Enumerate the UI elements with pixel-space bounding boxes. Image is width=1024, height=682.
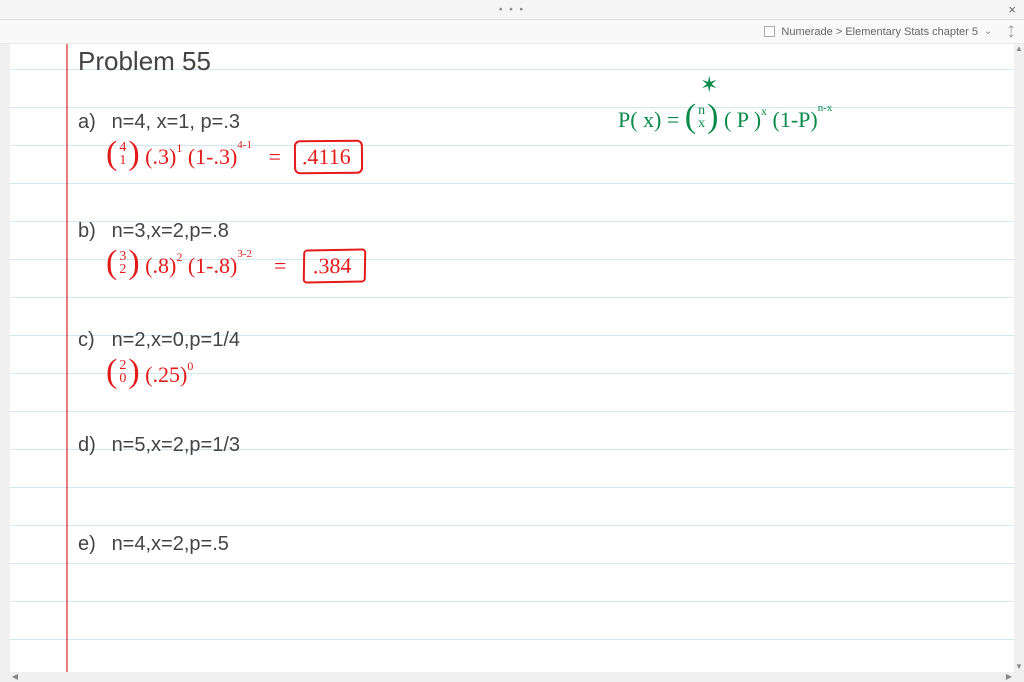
item-d-label: d) (78, 434, 106, 457)
item-c-text: n=2,x=0,p=1/4 (112, 329, 240, 351)
scroll-down-icon[interactable]: ▼ (1014, 662, 1024, 672)
c-bn-bot: 0 (119, 372, 126, 385)
reference-bar: Numerade > Elementary Stats chapter 5 ⌄ … (0, 20, 1024, 44)
item-b-label: b) (78, 220, 106, 243)
item-b-answer: .384 (303, 248, 366, 283)
a-t1: (.3) (145, 144, 176, 169)
b-bn-bot: 2 (119, 263, 126, 276)
item-e-text: n=4,x=2,p=.5 (112, 533, 229, 555)
b-ans-val: .384 (313, 253, 352, 279)
item-c: c) n=2,x=0,p=1/4 ( 20 ) (.25)0 (78, 329, 1004, 352)
item-a-answer: .4116 (294, 140, 363, 175)
c-t1: (.25) (145, 362, 187, 387)
item-c-binom: ( 20 ) (106, 357, 140, 387)
chevron-down-icon[interactable]: ⌄ (984, 26, 992, 37)
item-a-label: a) (78, 111, 106, 134)
a-bn-bot: 1 (119, 154, 126, 167)
item-e: e) n=4,x=2,p=.5 (78, 533, 1004, 556)
item-e-label: e) (78, 533, 106, 556)
vertical-scrollbar[interactable]: ▲ ▼ (1014, 44, 1024, 672)
note-content: Problem 55 ✶ P( x) = ( nx ) ( P )x (1-P)… (78, 46, 1004, 642)
scroll-right-icon[interactable]: ▶ (1004, 672, 1014, 682)
a-eq: = (268, 144, 280, 169)
item-a: a) n=4, x=1, p=.3 ( 41 ) (.3)1 (1-.3)4-1… (78, 111, 1004, 134)
scroll-left-icon[interactable]: ◀ (10, 672, 20, 682)
expand-icon[interactable]: ⤡ (1002, 23, 1019, 40)
titlebar-menu-dots[interactable]: • • • (499, 4, 525, 15)
a-t2: (1-.3) (188, 144, 237, 169)
item-b-work: ( 32 ) (.8)2 (1-.8)3-2 = .384 (106, 248, 365, 283)
b-eq: = (274, 253, 286, 278)
a-e2: 4-1 (237, 139, 252, 151)
item-b-text: n=3,x=2,p=.8 (112, 220, 229, 242)
b-e2: 3-2 (237, 248, 252, 260)
item-d-text: n=5,x=2,p=1/3 (112, 434, 240, 456)
margin-line (66, 44, 68, 672)
item-d: d) n=5,x=2,p=1/3 (78, 434, 1004, 457)
close-icon[interactable]: × (1008, 2, 1016, 17)
reference-text: Numerade > Elementary Stats chapter 5 (781, 26, 978, 38)
item-b-binom: ( 32 ) (106, 248, 140, 278)
item-b: b) n=3,x=2,p=.8 ( 32 ) (.8)2 (1-.8)3-2 =… (78, 220, 1004, 243)
horizontal-scrollbar[interactable]: ◀ ▶ (10, 672, 1014, 682)
reference-tab[interactable]: Numerade > Elementary Stats chapter 5 ⌄ (758, 24, 998, 40)
page-title: Problem 55 (78, 46, 1004, 77)
b-t1: (.8) (145, 253, 176, 278)
a-e1: 1 (176, 141, 182, 155)
item-c-work: ( 20 ) (.25)0 (106, 357, 193, 388)
item-c-label: c) (78, 329, 106, 352)
item-a-binom: ( 41 ) (106, 139, 140, 169)
b-e1: 2 (176, 250, 182, 264)
scroll-up-icon[interactable]: ▲ (1014, 44, 1024, 54)
c-e1: 0 (187, 359, 193, 373)
reference-checkbox[interactable] (764, 26, 775, 37)
titlebar: • • • × (0, 0, 1024, 20)
a-ans-val: .4116 (302, 144, 351, 169)
item-a-work: ( 41 ) (.3)1 (1-.3)4-1 = .4116 (106, 139, 363, 174)
note-canvas[interactable]: Problem 55 ✶ P( x) = ( nx ) ( P )x (1-P)… (10, 44, 1014, 672)
item-a-text: n=4, x=1, p=.3 (112, 111, 240, 133)
star-icon: ✶ (700, 72, 718, 98)
b-t2: (1-.8) (188, 253, 237, 278)
